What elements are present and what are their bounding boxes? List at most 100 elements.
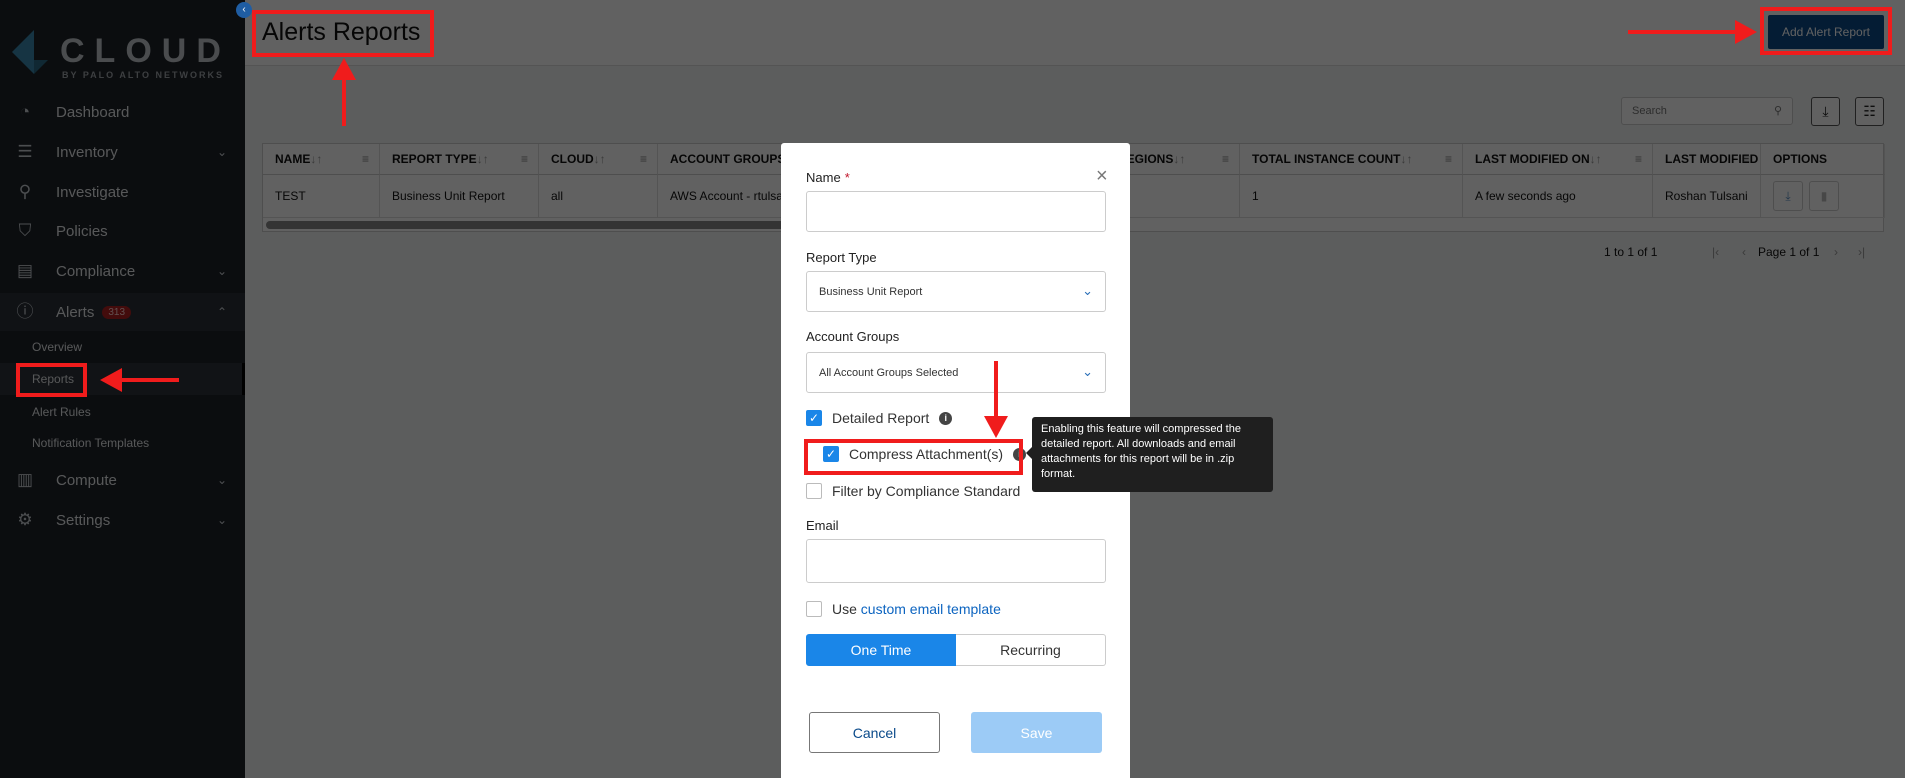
sidebar-item-alerts[interactable]: ⓘ Alerts 313 ⌃ <box>0 293 245 331</box>
column-label: LAST MODIFIED ON <box>1475 152 1590 166</box>
custom-template-checkbox[interactable] <box>806 601 822 617</box>
download-button[interactable]: ⤓ <box>1811 97 1840 126</box>
logo-mark-icon <box>12 30 48 74</box>
sort-icon[interactable]: ↓↑ <box>1590 152 1602 166</box>
checklist-icon: ☰ <box>17 142 33 161</box>
chevron-down-icon: ⌄ <box>1082 283 1093 298</box>
filter-compliance-checkbox[interactable] <box>806 483 822 499</box>
container-icon: ▥ <box>16 470 34 489</box>
pagination-range: 1 to 1 of 1 <box>1604 245 1658 259</box>
table-cell: all <box>539 175 658 218</box>
column-header[interactable]: NAME ↓↑ ≡ <box>263 144 380 175</box>
cancel-button[interactable]: Cancel <box>809 712 940 753</box>
account-groups-select[interactable]: All Account Groups Selected ⌄ <box>806 352 1106 393</box>
column-label: CLOUD <box>551 152 594 166</box>
sidebar-item-compliance[interactable]: ▤ Compliance ⌄ <box>0 252 245 290</box>
column-header[interactable]: LAST MODIFIED BY ↓↑≡ <box>1653 144 1761 175</box>
column-label: REPORT TYPE <box>392 152 477 166</box>
email-label: Email <box>806 518 839 533</box>
sort-icon[interactable]: ↓↑ <box>310 152 322 166</box>
nav-label: Policies <box>56 222 108 240</box>
nav-label: Settings <box>56 511 111 529</box>
sidebar-item-dashboard[interactable]: ◔ Dashboard <box>0 93 245 131</box>
search-icon: ⚲ <box>18 182 32 201</box>
email-input[interactable] <box>806 539 1106 583</box>
tab-recurring[interactable]: Recurring <box>956 634 1106 666</box>
column-header[interactable]: TOTAL INSTANCE COUNT ↓↑ ≡ <box>1240 144 1463 175</box>
add-alert-report-button[interactable]: Add Alert Report <box>1768 15 1884 49</box>
column-menu-icon[interactable]: ≡ <box>640 152 647 166</box>
columns-button[interactable]: ☷ <box>1855 97 1884 126</box>
table-cell: Business Unit Report <box>380 175 539 218</box>
sidebar-subitem-reports[interactable]: Reports <box>32 372 74 386</box>
column-label: TOTAL INSTANCE COUNT <box>1252 152 1401 166</box>
search-placeholder: Search <box>1632 105 1667 117</box>
sort-icon[interactable]: ↓↑ <box>477 152 489 166</box>
chevron-down-icon: ⌄ <box>1082 364 1093 379</box>
sidebar-subitem-overview[interactable]: Overview <box>32 340 82 354</box>
column-header[interactable]: REPORT TYPE ↓↑ ≡ <box>380 144 539 175</box>
shield-check-icon: ⛉ <box>18 221 32 240</box>
sidebar-item-inventory[interactable]: ☰ Inventory ⌄ <box>0 133 245 171</box>
table-cell: Roshan Tulsani <box>1653 175 1761 218</box>
chevron-down-icon: ⌄ <box>216 473 227 487</box>
tab-one-time[interactable]: One Time <box>806 634 956 666</box>
report-type-select[interactable]: Business Unit Report ⌄ <box>806 271 1106 312</box>
column-menu-icon[interactable]: ≡ <box>521 152 528 166</box>
table-cell: ⤓ ▮ <box>1761 175 1885 218</box>
sidebar-item-settings[interactable]: ⚙ Settings ⌄ <box>0 501 245 539</box>
info-icon[interactable]: i <box>939 411 953 425</box>
detailed-report-checkbox[interactable]: ✓ <box>806 410 822 426</box>
columns-icon: ☷ <box>1863 103 1876 119</box>
prev-page-button[interactable]: ‹ <box>1742 245 1746 259</box>
sort-icon[interactable]: ↓↑ <box>1400 152 1412 166</box>
compress-attachments-checkbox[interactable]: ✓ <box>823 446 839 462</box>
sidebar: CLOUD BY PALO ALTO NETWORKS ◔ Dashboard ☰… <box>0 0 245 778</box>
column-header[interactable]: CLOUD ↓↑ ≡ <box>539 144 658 175</box>
alert-circle-icon: ⓘ <box>16 302 34 321</box>
column-header[interactable]: OPTIONS <box>1761 144 1885 175</box>
search-icon: ⚲ <box>1773 105 1782 117</box>
gauge-icon: ◔ <box>19 102 31 121</box>
sidebar-subitem-alert-rules[interactable]: Alert Rules <box>32 405 91 419</box>
search-input[interactable]: Search ⚲ <box>1621 97 1793 125</box>
name-label: Name * <box>806 170 850 185</box>
filter-compliance-label: Filter by Compliance Standard <box>832 483 1021 499</box>
sidebar-subitem-notification-templates[interactable]: Notification Templates <box>32 436 149 450</box>
next-page-button[interactable]: › <box>1834 245 1838 259</box>
compress-attachments-label: Compress Attachment(s) <box>849 446 1004 462</box>
account-groups-label: Account Groups <box>806 329 900 344</box>
compress-info-tooltip: Enabling this feature will compressed th… <box>1026 417 1273 492</box>
table-cell: A few seconds ago <box>1463 175 1653 218</box>
column-menu-icon[interactable]: ≡ <box>1445 152 1452 166</box>
custom-email-template-link[interactable]: custom email template <box>861 601 1001 617</box>
nav-label: Dashboard <box>56 103 130 121</box>
sort-icon[interactable]: ↓↑ <box>1173 152 1185 166</box>
download-report-button[interactable]: ⤓ <box>1773 181 1803 211</box>
close-icon[interactable]: × <box>1096 165 1108 188</box>
sidebar-item-compute[interactable]: ▥ Compute ⌄ <box>0 461 245 499</box>
column-menu-icon[interactable]: ≡ <box>362 152 369 166</box>
sidebar-item-policies[interactable]: ⛉ Policies <box>0 212 245 250</box>
first-page-button[interactable]: |‹ <box>1712 245 1719 259</box>
column-menu-icon[interactable]: ≡ <box>1222 152 1229 166</box>
page-header <box>245 0 1905 66</box>
nav-label: Compliance <box>56 262 136 280</box>
sidebar-item-investigate[interactable]: ⚲ Investigate <box>0 173 245 211</box>
delete-report-button[interactable]: ▮ <box>1809 181 1839 211</box>
chevron-down-icon: ⌄ <box>216 264 227 278</box>
last-page-button[interactable]: ›| <box>1858 245 1865 259</box>
nav-label: Compute <box>56 471 117 489</box>
custom-template-label: Use <box>832 601 857 617</box>
name-input[interactable] <box>806 191 1106 232</box>
column-header[interactable]: LAST MODIFIED ON ↓↑ ≡ <box>1463 144 1653 175</box>
column-menu-icon[interactable]: ≡ <box>1743 152 1750 166</box>
info-icon[interactable]: i <box>1013 447 1027 461</box>
column-label: NAME <box>275 152 311 166</box>
nav-label: Investigate <box>56 183 129 201</box>
sort-icon[interactable]: ↓↑ <box>594 152 606 166</box>
column-label: ACCOUNT GROUPS <box>670 152 786 166</box>
collapse-sidebar-button[interactable]: ‹ <box>236 2 252 18</box>
save-button[interactable]: Save <box>971 712 1102 753</box>
column-menu-icon[interactable]: ≡ <box>1635 152 1642 166</box>
